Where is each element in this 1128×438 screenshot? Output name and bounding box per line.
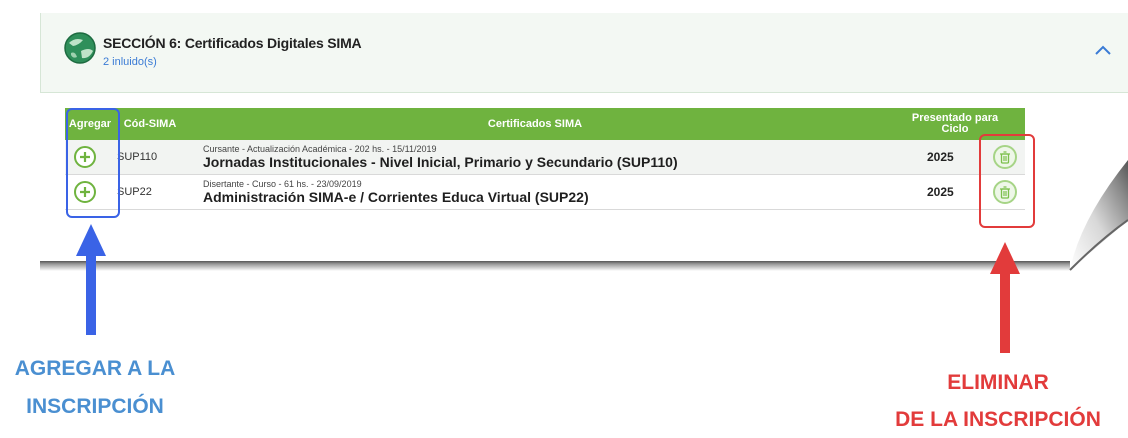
header-presented-line2: Ciclo [941,123,969,135]
row-certificate: Disertante - Curso - 61 hs. - 23/09/2019… [203,175,589,209]
row-code: SUP110 [117,151,158,163]
add-column-highlight [66,108,120,218]
row-certificate: Cursante - Actualización Académica - 202… [203,140,678,174]
certificate-detail: Cursante - Actualización Académica - 202… [203,144,437,154]
header-certificates: Certificados SIMA [487,117,583,130]
panel-shadow [40,261,1070,271]
chevron-up-icon[interactable] [1092,39,1114,61]
certificates-table: Agregar Cód-SIMA Certificados SIMA Prese… [65,108,1025,210]
add-annotation-line1: AGREGAR A LA [14,357,176,380]
included-count-link[interactable]: 2 inluido(s) [103,56,157,68]
add-annotation-line2: INSCRIPCIÓN [26,395,164,418]
row-code: SUP22 [117,186,152,198]
section-title: SECCIÓN 6: Certificados Digitales SIMA [103,35,362,51]
certificate-title: Administración SIMA-e / Corrientes Educa… [203,189,589,205]
header-code: Cód-SIMA [123,117,177,130]
remove-annotation-line1: ELIMINAR [947,371,1049,394]
row-year: 2025 [927,150,954,164]
row-year: 2025 [927,185,954,199]
globe-icon [64,32,96,64]
table-row: SUP22 Disertante - Curso - 61 hs. - 23/0… [65,175,1025,210]
blue-arrow-up-icon [76,224,106,335]
red-arrow-up-icon [990,242,1020,353]
certificate-detail: Disertante - Curso - 61 hs. - 23/09/2019 [203,179,362,189]
table-row: SUP110 Cursante - Actualización Académic… [65,140,1025,175]
delete-column-highlight [979,134,1035,228]
certificate-title: Jornadas Institucionales - Nivel Inicial… [203,154,678,170]
section-header[interactable]: SECCIÓN 6: Certificados Digitales SIMA 2… [40,13,1128,93]
table-header: Agregar Cód-SIMA Certificados SIMA Prese… [65,108,1025,140]
